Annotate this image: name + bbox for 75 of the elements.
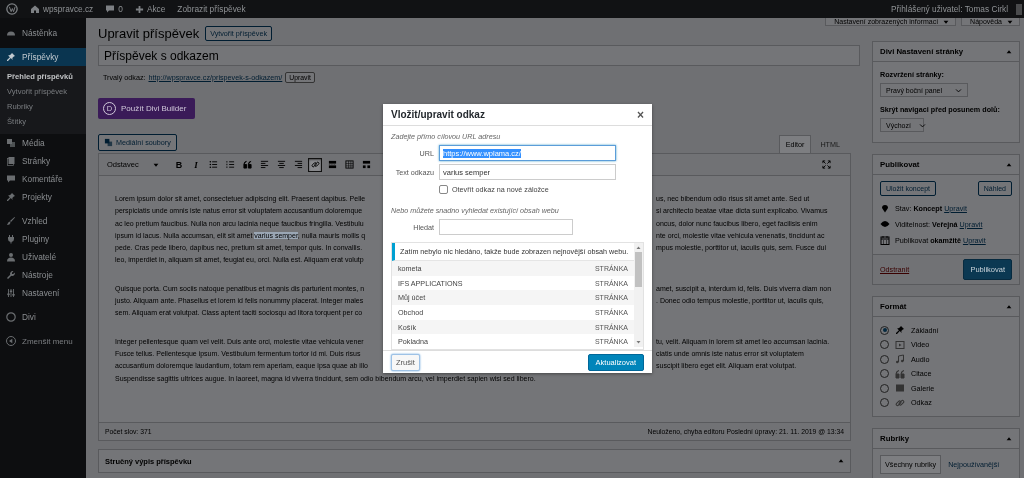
sidebar-menu-item[interactable]: Nástroje xyxy=(0,266,86,284)
link-icon xyxy=(895,397,905,408)
sidebar-menu-item[interactable]: Pluginy xyxy=(0,230,86,248)
fullscreen-icon[interactable] xyxy=(822,160,831,169)
settings-icon xyxy=(6,288,16,298)
close-button[interactable]: × xyxy=(637,108,644,121)
link-button[interactable] xyxy=(308,157,322,172)
collapse-arrow-icon[interactable] xyxy=(1006,161,1012,168)
paintbrush-icon xyxy=(6,216,16,226)
link-icon xyxy=(310,160,320,169)
sidebar-menu-item[interactable]: Vzhled xyxy=(0,212,86,230)
eye-icon xyxy=(880,219,890,229)
comment-count: 0 xyxy=(118,4,123,14)
numbered-list-icon xyxy=(225,160,235,169)
sidebar-menu-item[interactable]: Nastavení xyxy=(0,284,86,302)
pushpin-icon xyxy=(895,325,905,336)
comment-icon[interactable] xyxy=(105,4,116,14)
italic-button[interactable]: I xyxy=(189,157,203,172)
media-icon xyxy=(104,138,113,147)
pages-icon xyxy=(6,156,16,166)
collapse-arrow-icon[interactable] xyxy=(1006,303,1012,310)
collapse-arrow-icon[interactable] xyxy=(1006,48,1012,55)
bold-button[interactable]: B xyxy=(172,157,186,172)
location-pin-icon xyxy=(880,203,890,213)
caret-icon xyxy=(153,161,159,168)
wordpress-logo-icon[interactable] xyxy=(6,3,18,15)
new-menu-link[interactable]: Akce xyxy=(146,4,166,14)
bulleted-list-icon xyxy=(208,160,218,169)
media-icon xyxy=(6,138,16,148)
toolbar-toggle-icon xyxy=(361,160,371,169)
sidebar-menu-item[interactable]: Příspěvky xyxy=(0,48,86,66)
pushpin-icon xyxy=(6,192,16,202)
collapse-arrow-icon[interactable] xyxy=(1006,435,1012,442)
collapse-menu-button[interactable]: Zmenšit menu xyxy=(0,332,86,350)
collapse-icon xyxy=(6,336,16,346)
avatar xyxy=(1016,3,1022,15)
sidebar-menu-item[interactable]: Stránky xyxy=(0,152,86,170)
page-heading: Upravit příspěvek xyxy=(98,25,200,41)
quote-icon xyxy=(242,160,252,169)
sidebar-menu-item[interactable]: Projekty xyxy=(0,188,86,206)
view-post-link[interactable]: Zobrazit příspěvek xyxy=(177,4,246,14)
read-more-icon xyxy=(327,160,337,169)
video-icon xyxy=(895,339,905,350)
quote-icon xyxy=(895,368,905,379)
home-icon[interactable] xyxy=(30,4,40,14)
sidebar-menu-item[interactable]: Divi xyxy=(0,308,86,326)
logged-in-user-link[interactable]: Přihlášený uživatel: Tomas Cirkl xyxy=(891,4,1008,14)
circle-logo-icon xyxy=(6,312,16,322)
site-name-link[interactable]: wpspravce.cz xyxy=(43,4,94,14)
sidebar-menu-item[interactable]: Uživatelé xyxy=(0,248,86,266)
comment-icon xyxy=(6,174,16,184)
align-right-icon xyxy=(293,160,303,169)
sidebar-menu-item[interactable]: Komentáře xyxy=(0,170,86,188)
calendar-icon xyxy=(880,235,890,245)
plus-icon[interactable] xyxy=(134,4,144,14)
new-tab-checkbox[interactable] xyxy=(439,185,448,194)
caret-icon xyxy=(1007,18,1013,25)
music-note-icon xyxy=(895,354,905,365)
sidebar-menu-item[interactable]: Média xyxy=(0,134,86,152)
plug-icon xyxy=(6,234,16,244)
search-field[interactable] xyxy=(439,219,573,235)
table-icon xyxy=(344,160,354,169)
collapse-arrow-icon xyxy=(838,458,844,464)
align-left-icon xyxy=(259,160,269,169)
chevron-icon xyxy=(955,86,962,94)
pushpin-icon xyxy=(6,52,16,62)
table-button[interactable] xyxy=(342,157,356,172)
post-title-field[interactable]: Příspěvek s odkazem xyxy=(98,45,860,66)
scrollbar-drawing[interactable] xyxy=(634,243,643,347)
chevron-icon xyxy=(918,121,926,129)
align-center-icon xyxy=(276,160,286,169)
wrench-icon xyxy=(6,270,16,280)
sidebar-menu-item[interactable]: Nástěnka xyxy=(0,24,86,42)
dialog-title: Vložit/upravit odkaz xyxy=(391,109,485,120)
user-icon xyxy=(6,252,16,262)
